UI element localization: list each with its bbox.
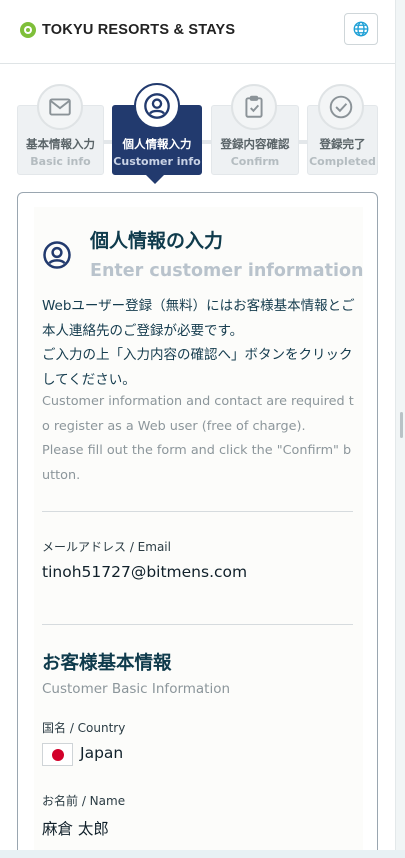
japan-flag-icon: [42, 743, 73, 766]
step-label-en: Confirm: [230, 155, 280, 168]
check-circle-icon: [318, 84, 364, 130]
site-header: TOKYU RESORTS & STAYS: [0, 0, 395, 64]
name-value: 麻倉 太郎: [42, 820, 109, 838]
brand-name: TOKYU RESORTS & STAYS: [42, 22, 236, 38]
step-label-ja: 基本情報入力: [26, 137, 95, 151]
description-en-line: Customer information and contact are req…: [42, 394, 354, 434]
email-label: メールアドレス / Email: [42, 540, 171, 554]
basic-info-title: お客様基本情報: [42, 653, 172, 674]
step-label-ja: 個人情報入力: [122, 137, 192, 151]
description-ja-line: Webユーザー登録（無料）にはお客様基本情報とご本人連絡先のご登録が必要です。: [42, 298, 355, 339]
clipboard-check-icon: [231, 84, 277, 130]
description-en-line: Please fill out the form and click the "…: [42, 443, 352, 483]
step-label-ja: 登録内容確認: [220, 137, 290, 151]
brand-logo[interactable]: TOKYU RESORTS & STAYS: [20, 22, 235, 38]
divider: [42, 624, 353, 625]
section-subtitle: Enter customer information: [90, 261, 364, 281]
progress-steps: 基本情報入力 Basic info 個人情報入力 Customer info 登…: [0, 64, 395, 189]
description-ja-line: ご入力の上「入力内容の確認へ」ボタンをクリックしてください。: [42, 347, 353, 388]
tokyu-logo-icon: [20, 22, 36, 38]
user-circle-icon: [43, 241, 71, 269]
user-circle-icon: [134, 83, 180, 129]
step-label-en: Completed: [309, 155, 376, 168]
page-viewport: TOKYU RESORTS & STAYS 基本情報入力 Basic info …: [0, 0, 395, 858]
scrollbar-thumb[interactable]: [400, 412, 403, 438]
description-ja: Webユーザー登録（無料）にはお客様基本情報とご本人連絡先のご登録が必要です。 …: [42, 294, 362, 392]
divider: [42, 511, 353, 512]
language-button[interactable]: [344, 13, 378, 45]
active-step-pointer: [146, 175, 164, 184]
section-title: 個人情報の入力: [90, 230, 224, 252]
globe-icon: [353, 21, 369, 37]
name-label: お名前 / Name: [42, 794, 126, 808]
step-label-ja: 登録完了: [319, 137, 366, 151]
country-value: Japan: [80, 744, 124, 762]
email-value: tinoh51727@bitmens.com: [42, 563, 248, 581]
flag-circle: [51, 748, 64, 761]
mail-icon: [37, 84, 83, 130]
step-label-en: Customer info: [113, 155, 201, 168]
basic-info-subtitle: Customer Basic Information: [42, 681, 231, 697]
description-en: Customer information and contact are req…: [42, 390, 354, 488]
step-label-en: Basic info: [30, 155, 91, 168]
country-label: 国名 / Country: [42, 721, 126, 735]
window-bottom-edge: [0, 850, 405, 858]
